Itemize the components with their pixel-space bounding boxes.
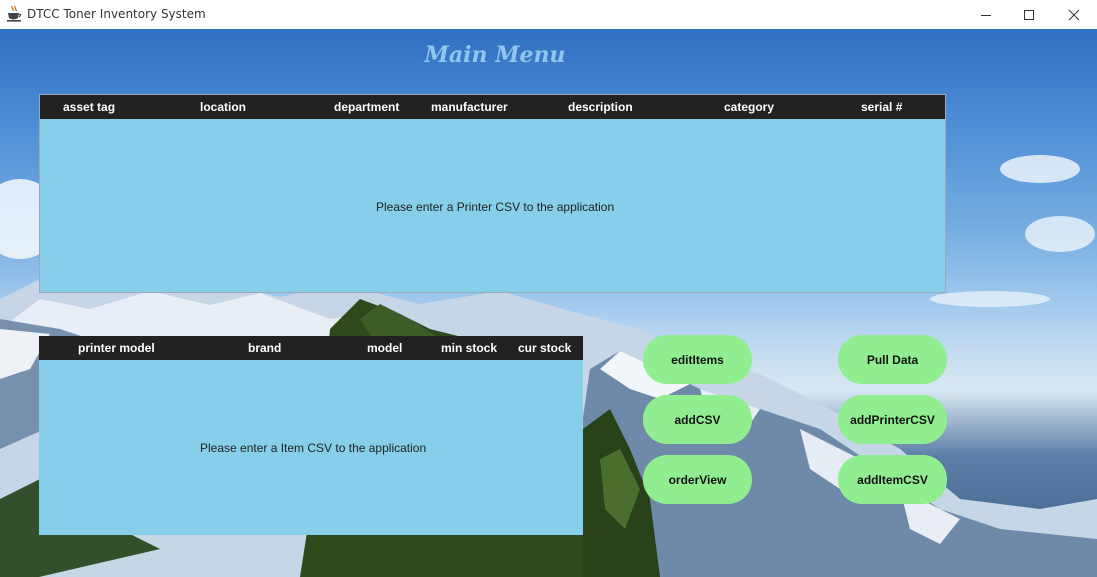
column-header-category[interactable]: category [724,100,774,114]
close-icon [1068,9,1080,20]
column-header-min-stock[interactable]: min stock [441,341,497,355]
item-table[interactable]: printer model brand model min stock cur … [39,336,583,535]
column-header-manufacturer[interactable]: manufacturer [431,100,508,114]
add-csv-button[interactable]: addCSV [643,395,752,444]
add-printer-csv-button[interactable]: addPrinterCSV [838,395,947,444]
item-table-empty-message: Please enter a Item CSV to the applicati… [200,441,427,455]
printer-table[interactable]: asset tag location department manufactur… [39,94,946,293]
column-header-location[interactable]: location [200,100,246,114]
item-table-header: printer model brand model min stock cur … [39,336,583,360]
add-item-csv-button[interactable]: addItemCSV [838,455,947,504]
column-header-description[interactable]: description [568,100,633,114]
page-title: Main Menu [424,42,566,68]
minimize-button[interactable] [963,0,1009,29]
maximize-icon [1024,9,1034,20]
window-title: DTCC Toner Inventory System [27,7,206,21]
order-view-button[interactable]: orderView [643,455,752,504]
column-header-serial[interactable]: serial # [861,100,902,114]
printer-table-header: asset tag location department manufactur… [40,95,945,119]
window-titlebar: DTCC Toner Inventory System [0,0,1097,29]
maximize-button[interactable] [1006,0,1052,29]
column-header-cur-stock[interactable]: cur stock [518,341,571,355]
column-header-printer-model[interactable]: printer model [78,341,155,355]
edit-items-button[interactable]: editItems [643,335,752,384]
close-button[interactable] [1051,0,1097,29]
printer-table-empty-message: Please enter a Printer CSV to the applic… [376,200,615,214]
column-header-department[interactable]: department [334,100,399,114]
column-header-brand[interactable]: brand [248,341,281,355]
pull-data-button[interactable]: Pull Data [838,335,947,384]
java-cup-icon [6,5,23,23]
column-header-model[interactable]: model [367,341,402,355]
column-header-asset-tag[interactable]: asset tag [63,100,115,114]
minimize-icon [981,14,991,16]
